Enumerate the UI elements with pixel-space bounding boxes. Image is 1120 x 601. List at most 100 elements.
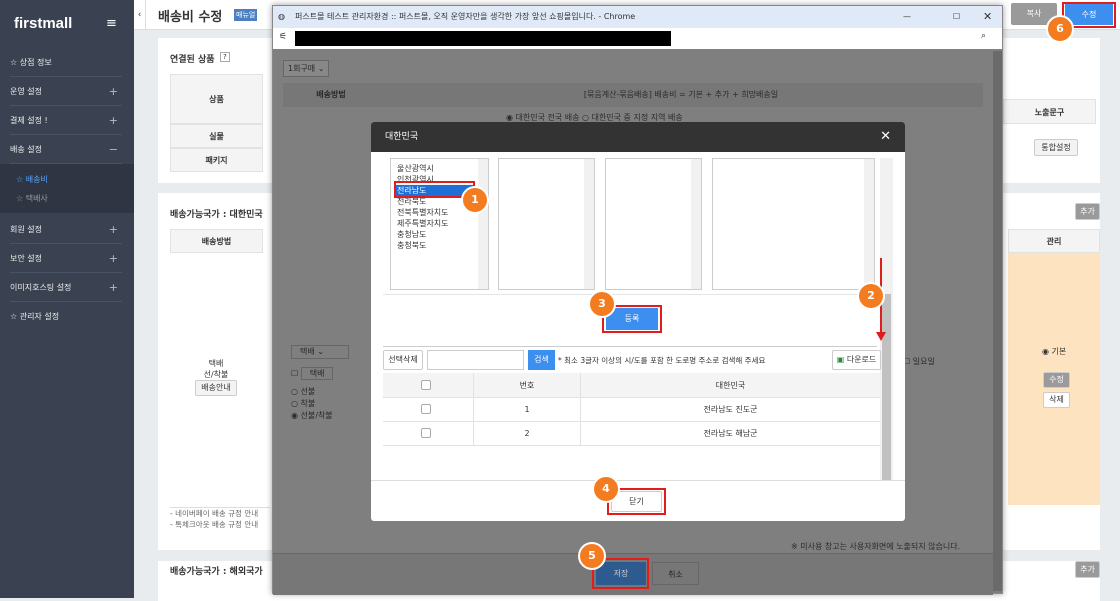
label: 대한민국 중 지정 지역 배송	[591, 113, 683, 122]
region-option[interactable]: 울산광역시	[397, 163, 434, 174]
scrollbar[interactable]	[993, 51, 1002, 591]
region-option[interactable]: 전북특별자치도	[397, 207, 449, 218]
select-all-checkbox[interactable]	[421, 380, 431, 390]
manual-badge[interactable]: 매뉴얼	[234, 9, 258, 21]
shipping-guide-button[interactable]: 배송안내	[195, 380, 237, 396]
courier-input[interactable]: 택배	[300, 367, 334, 380]
delete-selected-button[interactable]: 선택삭제	[383, 350, 423, 370]
sidebar-item-security[interactable]: 보안 설정 +	[10, 244, 122, 273]
step-badge-3: 3	[588, 290, 616, 318]
window-title: 퍼스트몰 테스트 관리자환경 :: 퍼스트몰, 오직 운영자만을 생각한 가장 …	[295, 12, 636, 21]
scrollbar[interactable]	[584, 159, 594, 289]
logo: firstmall	[14, 15, 73, 32]
default-radio[interactable]: ◉ 기본	[1042, 346, 1066, 357]
add-button[interactable]: 추가	[1075, 203, 1100, 220]
sidebar-item-shipping[interactable]: 배송 설정 −	[10, 135, 122, 164]
region-option[interactable]: 충청남도	[397, 229, 426, 240]
note: - 톡체크아웃 배송 규정 안내	[170, 520, 259, 529]
expand-icon: +	[108, 223, 118, 236]
value: 1회구매	[288, 64, 316, 73]
region-option[interactable]: 제주특별자치도	[397, 218, 449, 229]
close-icon[interactable]: ✕	[880, 122, 891, 152]
region-modal: 대한민국 ✕ 울산광역시 인천광역시 전라남도 전라북도 전북특별자치도 제주특…	[371, 122, 905, 521]
step-badge-4: 4	[592, 475, 620, 503]
window-titlebar: ◍ 퍼스트몰 테스트 관리자환경 :: 퍼스트몰, 오직 운영자만을 생각한 가…	[273, 6, 1002, 28]
label: 선불/착불	[300, 411, 333, 420]
search-button[interactable]: 검색	[528, 350, 555, 370]
edit-button[interactable]: 수정	[1043, 372, 1070, 388]
section-title: 배송가능국가 : 대한민국	[170, 210, 263, 220]
radio-prepaid[interactable]: ○ 선불	[291, 386, 333, 398]
label: 착불	[300, 399, 316, 408]
sunday-checkbox[interactable]: ☐ 일요일	[903, 356, 935, 367]
note: - 네이버페이 배송 규정 안내	[170, 509, 259, 518]
arrow-head-icon	[876, 332, 886, 341]
menu-icon[interactable]: ≡	[106, 16, 117, 31]
region-table: 번호 대한민국 1 전라남도 진도군 2 전라남도 해남군	[383, 373, 880, 447]
table-row: 1 전라남도 진도군	[383, 398, 880, 422]
purchase-select[interactable]: 1회구매 ⌄	[283, 60, 330, 77]
minimize-icon[interactable]: —	[903, 6, 911, 28]
scrollbar[interactable]	[864, 159, 874, 289]
close-icon[interactable]: ✕	[983, 6, 992, 28]
sidebar-item-payment[interactable]: 결제 설정 ! +	[10, 106, 122, 135]
col-manage: 관리	[1008, 229, 1100, 253]
download-button[interactable]: ▣ 다운로드	[832, 350, 881, 370]
courier-checkbox[interactable]: ☐ 택배	[291, 367, 334, 380]
page-title: 배송비 수정	[158, 10, 223, 25]
add-button[interactable]: 추가	[1075, 561, 1100, 578]
district-listbox[interactable]	[498, 158, 595, 290]
help-icon[interactable]: ?	[220, 52, 230, 62]
maximize-icon[interactable]: ☐	[953, 6, 960, 28]
town-listbox[interactable]	[605, 158, 702, 290]
address-bar: ⚟ ⌕	[273, 28, 1002, 49]
region-listbox[interactable]: 울산광역시 인천광역시 전라남도 전라북도 전북특별자치도 제주특별자치도 충청…	[390, 158, 489, 290]
expand-icon: +	[108, 281, 118, 294]
sidebar-subitem-shipping-fee[interactable]: ☆ 배송비	[16, 174, 48, 185]
col-no: 번호	[473, 373, 581, 398]
radio-both[interactable]: ◉ 선불/착불	[291, 410, 333, 422]
integrated-setting-button[interactable]: 통합설정	[1034, 139, 1078, 156]
sidebar-item-store-info[interactable]: ☆ 상점 정보	[10, 48, 122, 77]
section-title: 배송가능국가 : 해외국가	[170, 567, 263, 577]
site-settings-icon[interactable]: ⚟	[279, 32, 287, 42]
sidebar-item-member[interactable]: 회원 설정 +	[10, 215, 122, 244]
label: 결제 설정 !	[10, 116, 48, 125]
sidebar-item-admin[interactable]: ☆ 관리자 설정	[10, 302, 122, 331]
col-method: 배송방법	[283, 83, 379, 107]
collapse-sidebar-icon[interactable]: ‹	[134, 0, 146, 30]
modal-header: 대한민국 ✕	[371, 122, 905, 152]
expand-icon: +	[108, 114, 118, 127]
expand-icon: +	[108, 85, 118, 98]
row-no: 2	[473, 422, 581, 446]
sidebar-item-operation[interactable]: 운영 설정 +	[10, 77, 122, 106]
label: 보안 설정	[10, 254, 42, 263]
scrollbar[interactable]	[478, 159, 488, 289]
sidebar: firstmall ≡ ☆ 상점 정보 운영 설정 + 결제 설정 ! + 배송 설…	[0, 0, 134, 598]
warehouse-note: ※ 미사용 창고는 사용자화면에 노출되지 않습니다.	[791, 542, 961, 551]
method-name: 택배	[208, 359, 224, 368]
label: 다운로드	[846, 355, 877, 364]
sidebar-subitem-courier[interactable]: ☆ 택배사	[16, 193, 48, 204]
col-method: 배송방법	[170, 229, 263, 253]
row-checkbox[interactable]	[421, 404, 431, 414]
scroll-thumb[interactable]	[882, 294, 891, 480]
payment-radios[interactable]: ○ 선불 ○ 착불 ◉ 선불/착불	[291, 386, 333, 422]
step-badge-6: 6	[1046, 15, 1074, 43]
zoom-icon[interactable]: ⌕	[981, 31, 986, 41]
courier-select[interactable]: 택배 ⌄	[291, 345, 349, 359]
cancel-button[interactable]: 취소	[652, 562, 699, 585]
scrollbar[interactable]	[691, 159, 701, 289]
col-product: 상품	[170, 74, 263, 124]
expand-icon: +	[108, 252, 118, 265]
radio-cod[interactable]: ○ 착불	[291, 398, 333, 410]
method-pay: 선/착불	[203, 370, 229, 379]
detail-listbox[interactable]	[712, 158, 875, 290]
row-package: 패키지	[170, 148, 263, 172]
save-button[interactable]: 저장	[596, 562, 646, 585]
delete-button[interactable]: 삭제	[1043, 392, 1070, 408]
sidebar-item-image-hosting[interactable]: 이미지호스팅 설정 +	[10, 273, 122, 302]
row-checkbox[interactable]	[421, 428, 431, 438]
region-option[interactable]: 충청북도	[397, 240, 426, 251]
search-input[interactable]	[427, 350, 524, 370]
